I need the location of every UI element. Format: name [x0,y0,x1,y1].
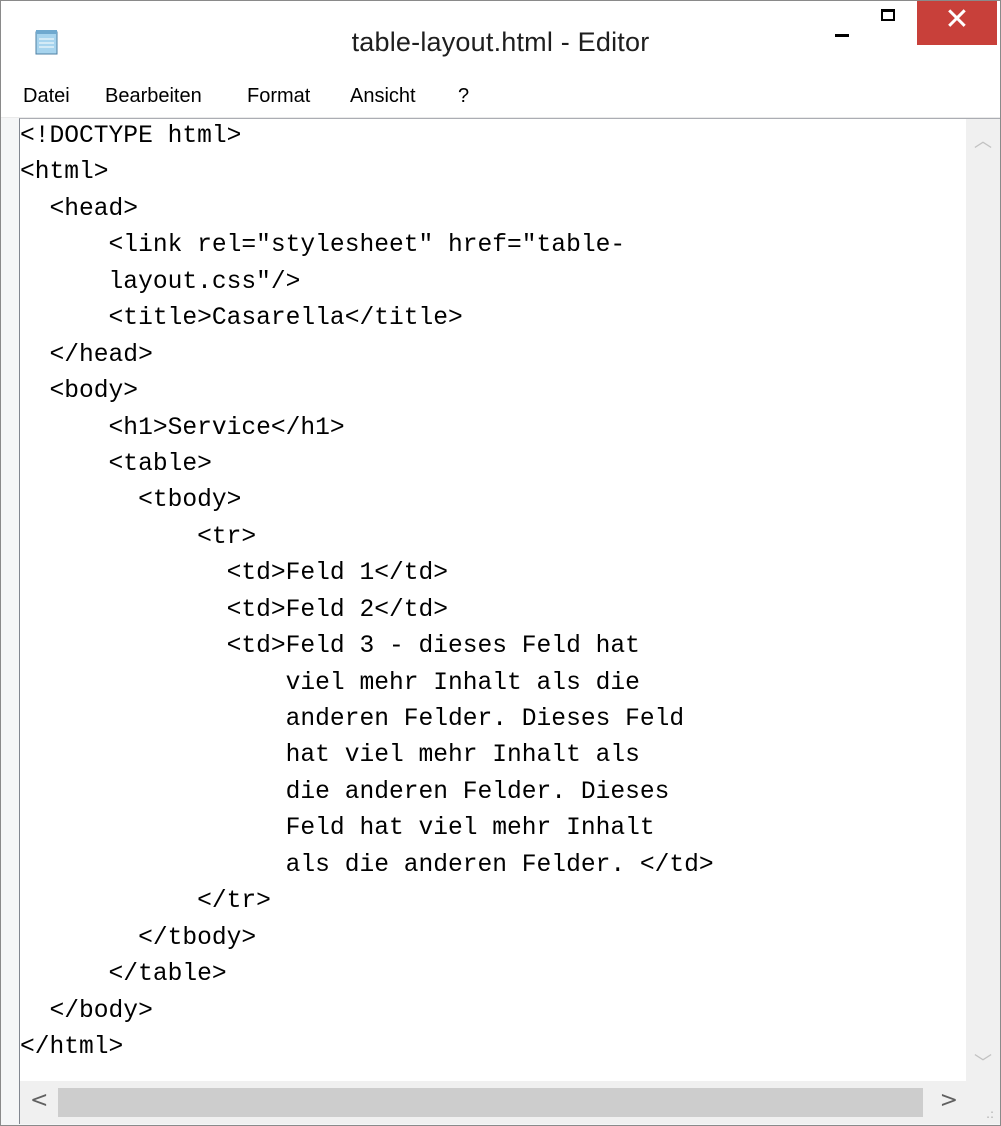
code-line[interactable]: </tbody> [20,921,960,957]
horizontal-scrollbar[interactable]: < > [20,1081,966,1124]
code-line[interactable]: anderen Felder. Dieses Feld [20,702,960,738]
code-line[interactable]: </table> [20,957,960,993]
code-line[interactable]: die anderen Felder. Dieses [20,775,960,811]
code-text-area[interactable]: <!DOCTYPE html> <html> <head> <link rel="… [20,119,960,1081]
code-line[interactable]: <tr> [20,520,960,556]
scroll-up-icon[interactable]: ︿ [974,127,992,153]
vertical-scrollbar[interactable]: ︿ ﹀ [966,119,1000,1081]
code-line[interactable]: </html> [20,1030,960,1066]
menu-item-datei[interactable]: Datei [23,85,70,108]
menu-item-ansicht[interactable]: Ansicht [350,85,416,108]
maximize-icon [881,9,895,21]
code-line[interactable]: <td>Feld 1</td> [20,556,960,592]
code-line[interactable]: <link rel="stylesheet" href="table- [20,228,960,264]
title-bar[interactable]: table-layout.html - Editor ✕ [1,1,1000,77]
maximize-button[interactable] [867,1,917,45]
code-line[interactable]: <td>Feld 2</td> [20,593,960,629]
code-line[interactable]: hat viel mehr Inhalt als [20,738,960,774]
code-line[interactable]: <head> [20,192,960,228]
minimize-button[interactable] [815,1,867,45]
menu-item-bearbeiten[interactable]: Bearbeiten [105,85,202,108]
menu-bar: Datei Bearbeiten Format Ansicht ? [1,77,1000,118]
text-editor[interactable]: <!DOCTYPE html> <html> <head> <link rel="… [19,118,1000,1124]
size-grip-icon: .: [986,1107,994,1121]
code-line[interactable]: <body> [20,374,960,410]
code-line[interactable]: Feld hat viel mehr Inhalt [20,811,960,847]
code-line[interactable]: als die anderen Felder. </td> [20,848,960,884]
code-line[interactable]: <html> [20,155,960,191]
code-line[interactable]: viel mehr Inhalt als die [20,666,960,702]
horizontal-scroll-thumb[interactable] [58,1088,923,1117]
code-line[interactable]: <table> [20,447,960,483]
code-line[interactable]: <h1>Service</h1> [20,411,960,447]
code-line[interactable]: <title>Casarella</title> [20,301,960,337]
size-grip[interactable]: .: [966,1081,1000,1124]
code-line[interactable]: <!DOCTYPE html> [20,119,960,155]
menu-item-help[interactable]: ? [458,85,469,108]
code-line[interactable]: </tr> [20,884,960,920]
menu-item-format[interactable]: Format [247,85,310,108]
scroll-down-icon[interactable]: ﹀ [974,1049,992,1075]
close-icon: ✕ [944,2,970,37]
close-button[interactable]: ✕ [917,1,997,45]
scroll-left-icon[interactable]: < [30,1088,48,1113]
code-line[interactable]: </body> [20,994,960,1030]
code-line[interactable]: layout.css"/> [20,265,960,301]
code-line[interactable]: <tbody> [20,483,960,519]
code-line[interactable]: </head> [20,338,960,374]
minimize-icon [835,34,849,37]
notepad-window: table-layout.html - Editor ✕ Datei Bearb… [0,0,1001,1126]
scroll-right-icon[interactable]: > [940,1088,958,1113]
code-line[interactable]: <td>Feld 3 - dieses Feld hat [20,629,960,665]
